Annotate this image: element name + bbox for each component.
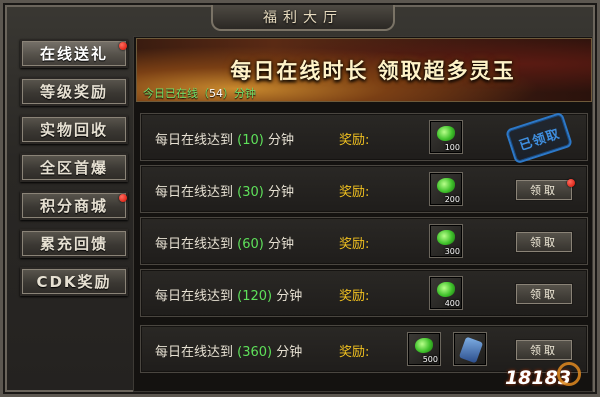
jade-icon bbox=[437, 126, 455, 141]
claim-button[interactable]: 领取 bbox=[515, 283, 573, 305]
requirement-text: 每日在线达到 (60) 分钟 bbox=[155, 237, 294, 252]
reward-row: 每日在线达到 (120) 分钟 奖励: 400 领取 bbox=[140, 269, 588, 317]
sidebar-item-first-drop[interactable]: 全区首爆 bbox=[20, 153, 128, 182]
sidebar-item-level-reward[interactable]: 等级奖励 bbox=[20, 77, 128, 106]
sidebar-item-points-shop[interactable]: 积分商城 bbox=[20, 191, 128, 220]
reward-row: 每日在线达到 (10) 分钟 奖励: 100 已领取 bbox=[140, 111, 588, 165]
reward-panel: 每日在线时长 领取超多灵玉 今日已在线（54）分钟 每日在线达到 (10) 分钟… bbox=[133, 36, 593, 392]
welfare-hall-window: 福利大厅 在线送礼 等级奖励 实物回收 全区首爆 积分商城 累充回馈 CDK奖励… bbox=[0, 0, 600, 397]
jade-icon bbox=[437, 178, 455, 193]
reward-label: 奖励: bbox=[339, 289, 370, 304]
jade-item[interactable]: 300 bbox=[429, 224, 463, 258]
online-time-text: 今日已在线（54）分钟 bbox=[143, 87, 256, 100]
rune-scroll-icon bbox=[458, 336, 484, 364]
jade-icon bbox=[415, 338, 433, 353]
scroll-item[interactable] bbox=[453, 332, 487, 366]
sidebar-item-item-recycle[interactable]: 实物回收 bbox=[20, 115, 128, 144]
jade-icon bbox=[437, 282, 455, 297]
sidebar-item-recharge-reward[interactable]: 累充回馈 bbox=[20, 229, 128, 258]
reward-label: 奖励: bbox=[339, 345, 370, 360]
reward-label: 奖励: bbox=[339, 237, 370, 252]
sidebar-item-online-gift[interactable]: 在线送礼 bbox=[20, 39, 128, 68]
logo-ring-icon bbox=[557, 362, 581, 386]
jade-icon bbox=[437, 230, 455, 245]
sidebar-item-cdk-reward[interactable]: CDK奖励 bbox=[20, 267, 128, 296]
requirement-text: 每日在线达到 (30) 分钟 bbox=[155, 185, 294, 200]
reward-label: 奖励: bbox=[339, 133, 370, 148]
reward-row: 每日在线达到 (60) 分钟 奖励: 300 领取 bbox=[140, 217, 588, 265]
jade-item[interactable]: 100 bbox=[429, 120, 463, 154]
site-watermark-logo: 18183 bbox=[493, 360, 583, 396]
reward-label: 奖励: bbox=[339, 185, 370, 200]
claim-button[interactable]: 领取 bbox=[515, 231, 573, 253]
banner-title: 每日在线时长 领取超多灵玉 bbox=[230, 58, 516, 83]
claim-button[interactable]: 领取 bbox=[515, 179, 573, 201]
online-banner: 每日在线时长 领取超多灵玉 今日已在线（54）分钟 bbox=[136, 38, 592, 102]
sidebar: 在线送礼 等级奖励 实物回收 全区首爆 积分商城 累充回馈 CDK奖励 bbox=[16, 36, 133, 388]
notification-dot bbox=[567, 179, 575, 187]
claimed-stamp: 已领取 bbox=[504, 111, 574, 165]
jade-item[interactable]: 400 bbox=[429, 276, 463, 310]
jade-item[interactable]: 500 bbox=[407, 332, 441, 366]
notification-dot bbox=[119, 194, 127, 202]
reward-row: 每日在线达到 (30) 分钟 奖励: 200 领取 bbox=[140, 165, 588, 213]
online-minutes: 54 bbox=[209, 87, 223, 100]
notification-dot bbox=[119, 42, 127, 50]
requirement-text: 每日在线达到 (120) 分钟 bbox=[155, 289, 303, 304]
window-title: 福利大厅 bbox=[211, 5, 395, 31]
requirement-text: 每日在线达到 (360) 分钟 bbox=[155, 345, 303, 360]
claim-button[interactable]: 领取 bbox=[515, 339, 573, 361]
requirement-text: 每日在线达到 (10) 分钟 bbox=[155, 133, 294, 148]
jade-item[interactable]: 200 bbox=[429, 172, 463, 206]
